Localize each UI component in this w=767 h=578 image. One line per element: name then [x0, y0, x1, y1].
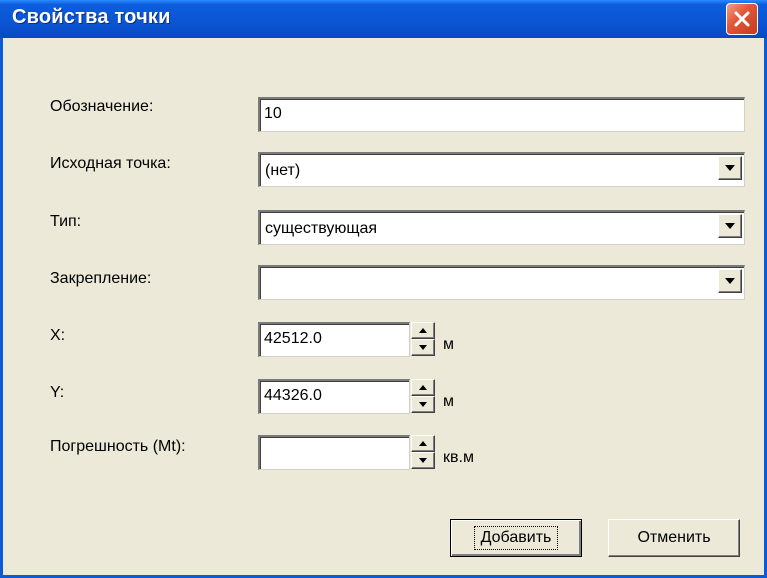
- add-button[interactable]: Добавить: [450, 519, 582, 557]
- designation-label: Обозначение:: [50, 98, 154, 115]
- y-spin-down-button[interactable]: [411, 396, 435, 413]
- close-icon: [734, 11, 750, 27]
- source-point-dropdown-button[interactable]: [718, 156, 742, 180]
- y-unit: м: [443, 393, 454, 410]
- y-label: Y:: [50, 384, 65, 401]
- close-button[interactable]: [726, 3, 758, 35]
- add-button-label: Добавить: [473, 526, 559, 550]
- error-spin-down-button[interactable]: [411, 452, 435, 469]
- x-value: 42512.0: [264, 330, 322, 347]
- type-label: Тип:: [50, 213, 82, 230]
- arrow-down-icon: [419, 402, 427, 407]
- type-select[interactable]: существующая: [258, 210, 745, 245]
- source-point-select[interactable]: (нет): [258, 152, 745, 187]
- fixing-label: Закрепление:: [50, 270, 152, 287]
- x-label: X:: [50, 327, 66, 344]
- error-spin-up-button[interactable]: [411, 435, 435, 452]
- title-bar[interactable]: Свойства точки: [0, 0, 767, 38]
- window-title: Свойства точки: [12, 6, 171, 28]
- y-spinner[interactable]: [411, 379, 435, 413]
- arrow-up-icon: [419, 385, 427, 390]
- cancel-button-label: Отменить: [637, 529, 711, 546]
- arrow-up-icon: [419, 441, 427, 446]
- dialog-body: Обозначение: 10 Исходная точка: (нет) Ти…: [3, 38, 764, 575]
- x-spin-up-button[interactable]: [411, 322, 435, 339]
- dialog-window: Свойства точки Обозначение: 10 Исходная …: [0, 0, 767, 578]
- fixing-dropdown-button[interactable]: [718, 269, 742, 293]
- x-spinner[interactable]: [411, 322, 435, 356]
- error-spinner[interactable]: [411, 435, 435, 469]
- x-input[interactable]: 42512.0: [258, 322, 410, 357]
- arrow-down-icon: [419, 345, 427, 350]
- error-unit: кв.м: [443, 449, 474, 466]
- chevron-down-icon: [725, 165, 735, 171]
- type-dropdown-button[interactable]: [718, 214, 742, 238]
- chevron-down-icon: [725, 278, 735, 284]
- source-point-value: (нет): [265, 162, 301, 179]
- x-unit: м: [443, 336, 454, 353]
- y-value: 44326.0: [264, 387, 322, 404]
- designation-value: 10: [264, 105, 282, 122]
- y-spin-up-button[interactable]: [411, 379, 435, 396]
- designation-input[interactable]: 10: [258, 97, 745, 132]
- arrow-up-icon: [419, 328, 427, 333]
- error-input[interactable]: [258, 435, 410, 470]
- arrow-down-icon: [419, 458, 427, 463]
- error-label: Погрешность (Mt):: [50, 438, 186, 455]
- type-value: существующая: [265, 220, 378, 237]
- cancel-button[interactable]: Отменить: [608, 519, 740, 557]
- fixing-select[interactable]: [258, 265, 745, 300]
- chevron-down-icon: [725, 223, 735, 229]
- y-input[interactable]: 44326.0: [258, 379, 410, 414]
- source-point-label: Исходная точка:: [50, 155, 171, 172]
- x-spin-down-button[interactable]: [411, 339, 435, 356]
